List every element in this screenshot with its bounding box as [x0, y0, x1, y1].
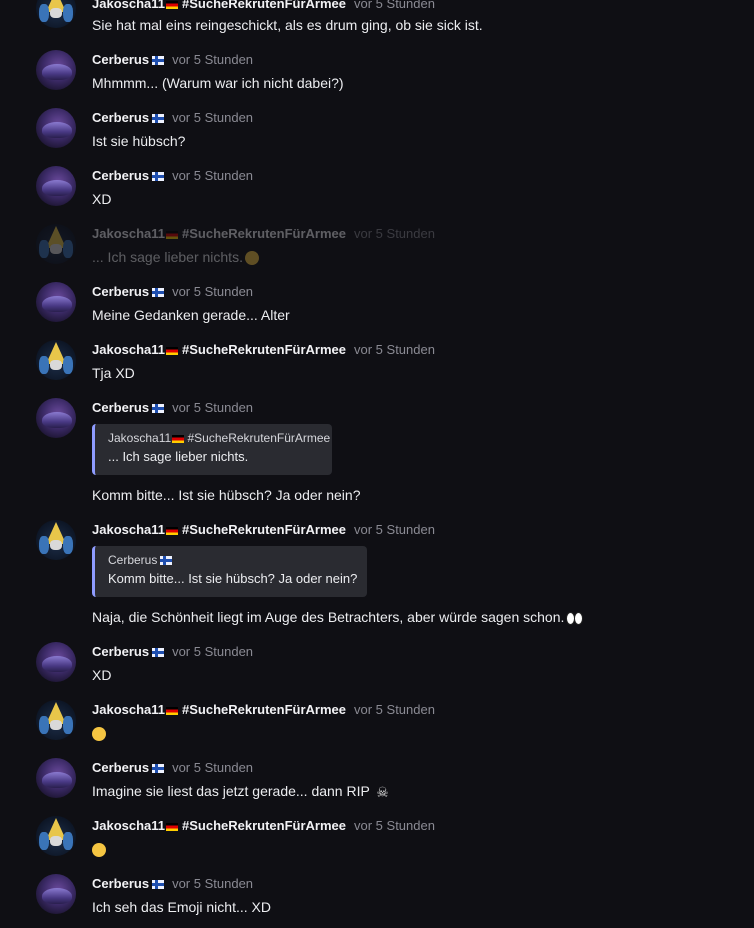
grinning-squint-emoji-icon	[92, 727, 106, 742]
germany-flag-icon	[166, 0, 179, 9]
timestamp: vor 5 Stunden	[354, 522, 435, 537]
avatar[interactable]	[36, 758, 76, 798]
timestamp: vor 5 Stunden	[172, 644, 254, 659]
message-text: Sie hat mal eins reingeschickt, als es d…	[92, 17, 483, 33]
user-tag: #SucheRekrutenFürArmee	[182, 522, 347, 537]
timestamp: vor 5 Stunden	[354, 342, 435, 357]
username[interactable]: Jakoscha11	[92, 522, 165, 537]
user-tag: #SucheRekrutenFürArmee	[182, 818, 347, 833]
user-tag: #SucheRekrutenFürArmee	[182, 0, 347, 11]
message-text: Imagine sie liest das jetzt gerade... da…	[92, 783, 370, 799]
avatar[interactable]	[36, 816, 76, 856]
finland-flag-icon	[152, 288, 165, 298]
message-text: XD	[92, 667, 112, 683]
avatar[interactable]	[36, 282, 76, 322]
username[interactable]: Jakoscha11	[92, 818, 165, 833]
germany-flag-icon	[166, 526, 179, 535]
reply-quote[interactable]: Cerberus Komm bitte... Ist sie hübsch? J…	[92, 546, 367, 597]
message-body: Naja, die Schönheit liegt im Auge des Be…	[92, 608, 584, 626]
username[interactable]: Cerberus	[92, 110, 149, 125]
reply-quote[interactable]: Jakoscha11 #SucheRekrutenFürArmee ... Ic…	[92, 424, 332, 475]
message-text: XD	[92, 191, 112, 207]
message-text: Mhmmm... (Warum war ich nicht dabei?)	[92, 75, 344, 91]
user-tag: #SucheRekrutenFürArmee	[182, 342, 347, 357]
quote-text: Komm bitte... Ist sie hübsch? Ja oder ne…	[108, 571, 358, 586]
message-text: Komm bitte... Ist sie hübsch? Ja oder ne…	[92, 487, 361, 503]
germany-flag-icon	[172, 434, 185, 443]
skull-crossbones-emoji-icon: ☠	[376, 784, 389, 801]
timestamp: vor 5 Stunden	[354, 226, 435, 241]
username[interactable]: Cerberus	[92, 168, 149, 183]
username[interactable]: Jakoscha11	[92, 226, 165, 241]
avatar[interactable]	[36, 520, 76, 560]
timestamp: vor 5 Stunden	[354, 818, 435, 833]
grin-emoji-icon	[244, 251, 259, 266]
message-body: ... Ich sage lieber nichts.	[92, 248, 259, 266]
germany-flag-icon	[166, 346, 179, 355]
quote-author: Jakoscha11 #SucheRekrutenFürArmee	[108, 431, 331, 445]
avatar[interactable]	[36, 108, 76, 148]
timestamp: vor 5 Stunden	[172, 876, 254, 891]
timestamp: vor 5 Stunden	[354, 702, 435, 717]
timestamp: vor 5 Stunden	[172, 168, 254, 183]
avatar[interactable]	[36, 340, 76, 380]
avatar[interactable]	[36, 398, 76, 438]
message-text: Tja XD	[92, 365, 135, 381]
username[interactable]: Jakoscha11	[92, 702, 165, 717]
avatar[interactable]	[36, 0, 76, 28]
timestamp: vor 5 Stunden	[172, 284, 254, 299]
username[interactable]: Cerberus	[92, 284, 149, 299]
germany-flag-icon	[166, 706, 179, 715]
user-tag: #SucheRekrutenFürArmee	[182, 702, 347, 717]
username[interactable]: Cerberus	[92, 400, 149, 415]
username[interactable]: Jakoscha11	[92, 342, 165, 357]
timestamp: vor 5 Stunden	[172, 110, 254, 125]
finland-flag-icon	[152, 404, 165, 414]
finland-flag-icon	[160, 556, 173, 566]
message-text: Naja, die Schönheit liegt im Auge des Be…	[92, 609, 565, 625]
message-text: ... Ich sage lieber nichts.	[92, 249, 243, 265]
finland-flag-icon	[152, 880, 165, 890]
username[interactable]: Cerberus	[92, 644, 149, 659]
username[interactable]: Cerberus	[92, 52, 149, 67]
finland-flag-icon	[152, 56, 165, 66]
message-body	[92, 840, 106, 858]
timestamp: vor 5 Stunden	[172, 52, 254, 67]
germany-flag-icon	[166, 230, 179, 239]
finland-flag-icon	[152, 172, 165, 182]
message-body	[92, 724, 106, 742]
avatar[interactable]	[36, 700, 76, 740]
timestamp: vor 5 Stunden	[172, 760, 254, 775]
user-tag: #SucheRekrutenFürArmee	[182, 226, 347, 241]
avatar[interactable]	[36, 50, 76, 90]
germany-flag-icon	[166, 822, 179, 831]
timestamp: vor 5 Stunden	[354, 0, 435, 11]
finland-flag-icon	[152, 764, 165, 774]
quote-text: ... Ich sage lieber nichts.	[108, 449, 249, 464]
username[interactable]: Jakoscha11	[92, 0, 165, 11]
message-text: Ich seh das Emoji nicht... XD	[92, 899, 271, 915]
username[interactable]: Cerberus	[92, 760, 149, 775]
quote-author: Cerberus	[108, 552, 355, 568]
finland-flag-icon	[152, 648, 165, 658]
avatar[interactable]	[36, 224, 76, 264]
finland-flag-icon	[152, 114, 165, 124]
avatar[interactable]	[36, 166, 76, 206]
username[interactable]: Cerberus	[92, 876, 149, 891]
tear-smile-emoji-icon	[92, 843, 106, 858]
eyes-emoji-icon	[566, 611, 584, 626]
message-body: Imagine sie liest das jetzt gerade... da…	[92, 782, 389, 800]
avatar[interactable]	[36, 642, 76, 682]
avatar[interactable]	[36, 874, 76, 914]
timestamp: vor 5 Stunden	[172, 400, 254, 415]
chat-message-list: Jakoscha11 #SucheRekrutenFürArmee vor 5 St…	[0, 0, 754, 928]
message-text: Ist sie hübsch?	[92, 133, 186, 149]
message-text: Meine Gedanken gerade... Alter	[92, 307, 290, 323]
